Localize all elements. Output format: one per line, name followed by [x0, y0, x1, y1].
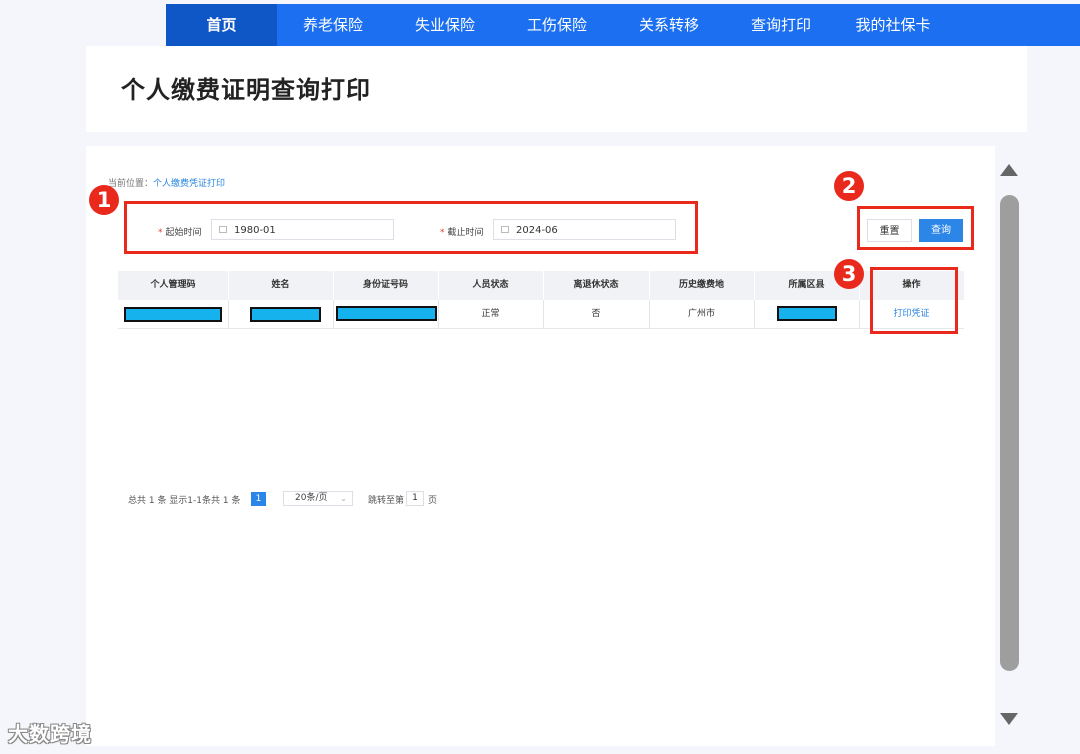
breadcrumb-current[interactable]: 个人缴费凭证打印: [153, 179, 225, 189]
nav-query-print[interactable]: 查询打印: [725, 4, 837, 46]
col-person-status: 人员状态: [472, 280, 509, 290]
redacted-personal-code: [124, 307, 222, 322]
cell-payment-location: 广州市: [687, 309, 715, 319]
watermark: 大数跨境: [8, 722, 92, 746]
column-divider: [333, 271, 334, 300]
breadcrumb: 当前位置：个人缴费凭证打印: [108, 176, 225, 189]
column-divider: [649, 300, 650, 328]
column-divider: [754, 300, 755, 328]
column-divider: [228, 271, 229, 300]
page-title: 个人缴费证明查询打印: [121, 76, 371, 104]
cell-person-status: 正常: [481, 309, 500, 319]
jump-prefix: 跳转至第: [368, 496, 405, 506]
page-size-value: 20条/页: [295, 493, 328, 503]
title-card: 个人缴费证明查询打印: [86, 46, 1027, 132]
col-retirement-status: 离退休状态: [573, 280, 619, 290]
column-divider: [543, 271, 544, 300]
nav-work-injury-insurance[interactable]: 工伤保险: [501, 4, 613, 46]
nav-home[interactable]: 首页: [166, 4, 277, 46]
breadcrumb-prefix: 当前位置：: [108, 179, 154, 189]
nav-pension-insurance[interactable]: 养老保险: [277, 4, 389, 46]
column-divider: [543, 300, 544, 328]
column-divider: [859, 300, 860, 328]
col-id-number: 身份证号码: [362, 280, 408, 290]
jump-suffix: 页: [428, 496, 438, 506]
column-divider: [754, 271, 755, 300]
annotation-badge-2: 2: [834, 171, 864, 201]
nav-unemployment-insurance[interactable]: 失业保险: [389, 4, 501, 46]
scroll-down-arrow-icon[interactable]: [1000, 713, 1018, 725]
top-nav: 首页 养老保险 失业保险 工伤保险 关系转移 查询打印 我的社保卡: [166, 4, 1080, 46]
scrollbar-thumb[interactable]: [1000, 195, 1019, 671]
cell-retirement-status: 否: [591, 309, 601, 319]
column-divider: [333, 300, 334, 328]
table-row: 正常 否 广州市 打印凭证: [118, 300, 964, 329]
col-payment-location: 历史缴费地: [678, 280, 724, 290]
redacted-id-number: [336, 306, 437, 321]
redacted-district: [777, 306, 837, 321]
nav-my-social-card[interactable]: 我的社保卡: [837, 4, 949, 46]
nav-relation-transfer[interactable]: 关系转移: [613, 4, 725, 46]
page-number-button[interactable]: 1: [251, 492, 266, 506]
annotation-badge-3: 3: [834, 259, 864, 289]
column-divider: [228, 300, 229, 328]
annotation-box-action: [870, 267, 958, 334]
chevron-down-icon: ⌄: [340, 494, 347, 503]
annotation-box-buttons: [857, 206, 974, 250]
col-name: 姓名: [271, 280, 290, 290]
jump-page-input[interactable]: 1: [406, 491, 424, 506]
pagination-summary: 总共 1 条 显示1-1条共 1 条: [128, 496, 241, 506]
column-divider: [438, 271, 439, 300]
annotation-badge-1: 1: [89, 185, 119, 215]
column-divider: [438, 300, 439, 328]
column-divider: [649, 271, 650, 300]
scroll-up-arrow-icon[interactable]: [1000, 164, 1018, 176]
col-personal-code: 个人管理码: [150, 280, 196, 290]
page-size-select[interactable]: 20条/页 ⌄: [283, 491, 353, 506]
redacted-name: [250, 307, 321, 322]
annotation-box-date-range: [124, 201, 698, 254]
